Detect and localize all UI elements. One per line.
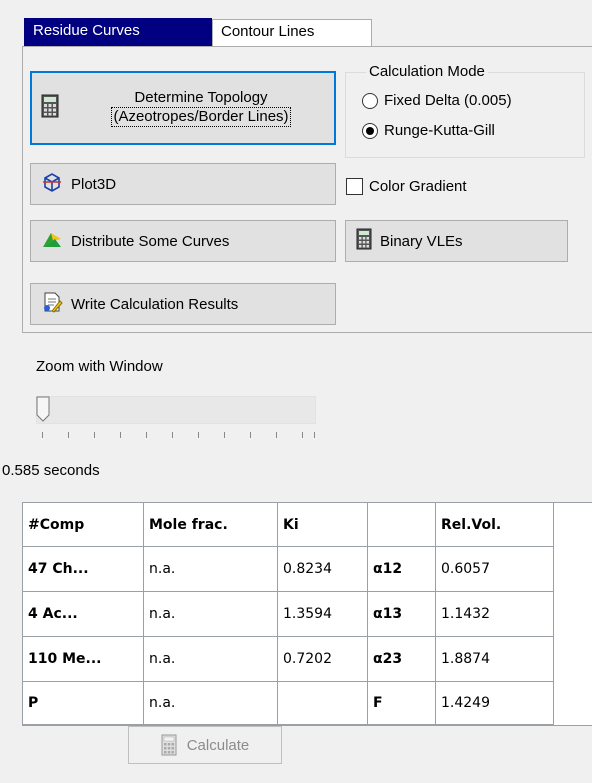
radio-runge-kutta-gill-label: Runge-Kutta-Gill — [384, 122, 495, 139]
table-row-4-comp[interactable]: P — [23, 682, 144, 725]
table-row-2-ki[interactable]: 1.3594 — [278, 592, 368, 637]
write-results-button[interactable]: Write Calculation Results — [30, 283, 336, 325]
table-row-1-ki[interactable]: 0.8234 — [278, 547, 368, 592]
table-row-3-alpha[interactable]: α23 — [368, 637, 436, 682]
write-results-label: Write Calculation Results — [71, 295, 239, 313]
grid-header-ki: Ki — [278, 503, 368, 547]
calculate-label: Calculate — [186, 736, 250, 754]
zoom-slider-track[interactable] — [36, 396, 316, 424]
determine-topology-label-2: (Azeotropes/Border Lines) — [111, 107, 291, 127]
table-row-3-relvol[interactable]: 1.8874 — [436, 637, 554, 682]
calculate-button[interactable]: Calculate — [128, 726, 282, 764]
table-row-1-alpha[interactable]: α12 — [368, 547, 436, 592]
zoom-slider-thumb[interactable] — [36, 396, 50, 422]
table-row-2-comp[interactable]: 4 Ac... — [23, 592, 144, 637]
binary-vles-label: Binary VLEs — [380, 232, 463, 250]
results-grid[interactable]: #Comp Mole frac. Ki Rel.Vol. 47 Ch... n.… — [22, 502, 592, 726]
color-gradient-checkbox[interactable]: Color Gradient — [346, 178, 467, 195]
radio-runge-kutta-gill-circle[interactable] — [362, 122, 378, 139]
determine-topology-label-1: Determine Topology — [134, 89, 268, 106]
table-row-3-comp[interactable]: 110 Me... — [23, 637, 144, 682]
cube-3d-icon — [41, 171, 63, 197]
tab-residue-curves[interactable]: Residue Curves — [24, 18, 212, 46]
grid-header-mole-frac: Mole frac. — [144, 503, 278, 547]
document-write-icon — [41, 291, 63, 317]
radio-fixed-delta[interactable]: Fixed Delta (0.005) — [362, 92, 512, 109]
color-gradient-label: Color Gradient — [369, 178, 467, 195]
grid-header-relvol: Rel.Vol. — [436, 503, 554, 547]
table-row-1-comp[interactable]: 47 Ch... — [23, 547, 144, 592]
table-row-3-molefrac[interactable]: n.a. — [144, 637, 278, 682]
radio-fixed-delta-circle[interactable] — [362, 92, 378, 109]
table-row-4-molefrac[interactable]: n.a. — [144, 682, 278, 725]
radio-fixed-delta-label: Fixed Delta (0.005) — [384, 92, 512, 109]
determine-topology-button[interactable]: Determine Topology (Azeotropes/Border Li… — [30, 71, 336, 145]
zoom-label: Zoom with Window — [36, 358, 163, 375]
distribute-curves-button[interactable]: Distribute Some Curves — [30, 220, 336, 262]
distribute-curves-label: Distribute Some Curves — [71, 232, 230, 250]
table-row-4-relvol[interactable]: 1.4249 — [436, 682, 554, 725]
tab-residue-curves-label: Residue Curves — [33, 22, 140, 39]
calculation-mode-legend: Calculation Mode — [366, 63, 488, 80]
calculator-icon — [41, 94, 59, 122]
plot3d-button[interactable]: Plot3D — [30, 163, 336, 205]
distribute-arrows-icon — [41, 229, 63, 253]
table-row-1-molefrac[interactable]: n.a. — [144, 547, 278, 592]
timing-label: 0.585 seconds — [2, 462, 100, 479]
tab-contour-lines-label: Contour Lines — [221, 23, 315, 40]
zoom-slider-ticks — [36, 432, 321, 442]
binary-vles-button[interactable]: Binary VLEs — [345, 220, 568, 262]
table-row-1-relvol[interactable]: 0.6057 — [436, 547, 554, 592]
calculator-icon — [161, 734, 177, 756]
color-gradient-box[interactable] — [346, 178, 363, 195]
calculator-icon — [356, 228, 372, 254]
table-row-2-molefrac[interactable]: n.a. — [144, 592, 278, 637]
plot3d-label: Plot3D — [71, 175, 117, 193]
table-row-3-ki[interactable]: 0.7202 — [278, 637, 368, 682]
table-row-4-ki[interactable] — [278, 682, 368, 725]
calculation-mode-group: Calculation Mode — [345, 63, 585, 158]
table-row-2-relvol[interactable]: 1.1432 — [436, 592, 554, 637]
grid-header-alpha — [368, 503, 436, 547]
radio-runge-kutta-gill[interactable]: Runge-Kutta-Gill — [362, 122, 495, 139]
tab-contour-lines[interactable]: Contour Lines — [212, 19, 372, 46]
table-row-4-alpha[interactable]: F — [368, 682, 436, 725]
grid-header-comp: #Comp — [23, 503, 144, 547]
table-row-2-alpha[interactable]: α13 — [368, 592, 436, 637]
